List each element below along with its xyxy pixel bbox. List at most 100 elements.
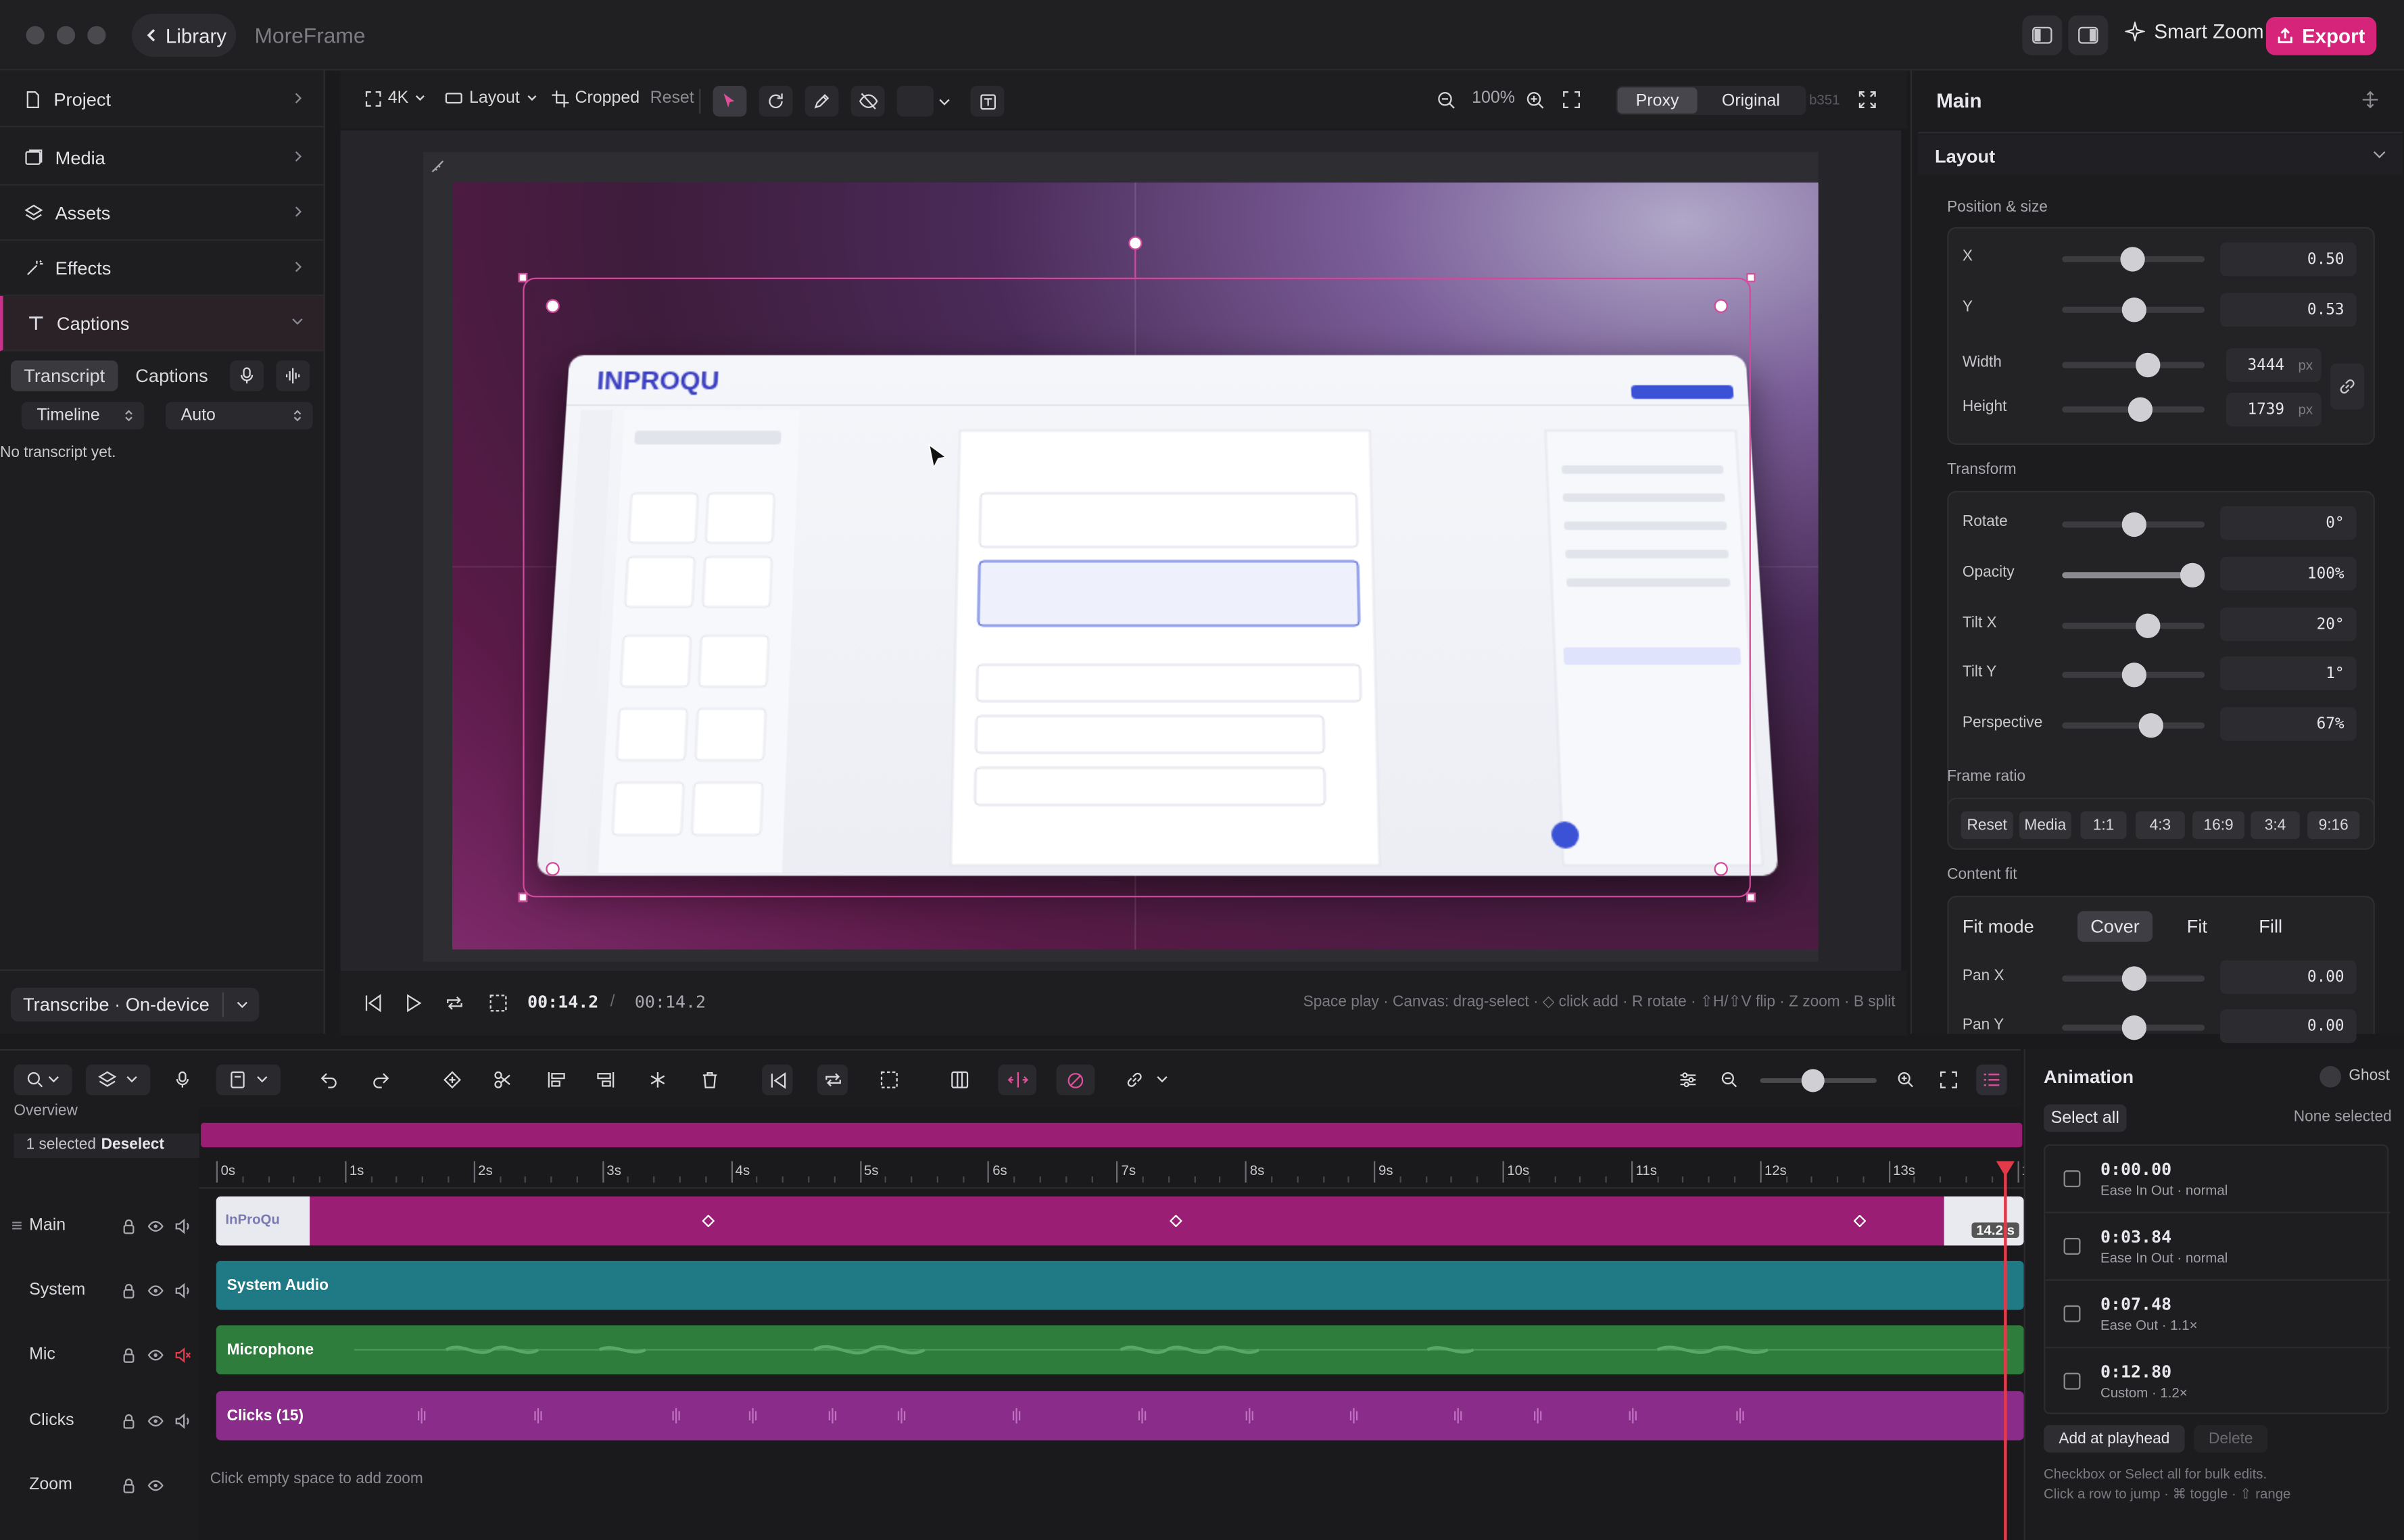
slider-knob[interactable] bbox=[2136, 353, 2160, 377]
freeze-button[interactable] bbox=[642, 1065, 673, 1095]
corner-radius-handle[interactable] bbox=[1714, 862, 1727, 875]
snap-button[interactable] bbox=[998, 1065, 1036, 1095]
resize-handle-bottom-left[interactable] bbox=[519, 893, 528, 903]
height-slider[interactable] bbox=[2062, 406, 2205, 412]
pan-x-value[interactable]: 0.00 bbox=[2220, 960, 2357, 994]
window-zoom-button[interactable] bbox=[87, 26, 105, 45]
keyframe-row[interactable]: 0:03.84 Ease In Out · normal bbox=[2045, 1213, 2390, 1281]
ratio-1-1-button[interactable]: 1:1 bbox=[2080, 811, 2126, 839]
fullscreen-icon[interactable] bbox=[1858, 91, 1877, 109]
zoom-out-icon[interactable] bbox=[1437, 91, 1456, 110]
aspect-lock-button[interactable] bbox=[2330, 364, 2364, 410]
split-button[interactable] bbox=[487, 1065, 518, 1095]
perspective-slider[interactable] bbox=[2062, 723, 2205, 729]
sidebar-item-media[interactable]: Media bbox=[0, 130, 324, 186]
pan-y-value[interactable]: 0.00 bbox=[2220, 1009, 2357, 1043]
sidebar-item-assets[interactable]: Assets bbox=[0, 186, 324, 241]
corner-radius-handle[interactable] bbox=[546, 299, 559, 312]
proxy-button[interactable]: Proxy bbox=[1618, 87, 1698, 114]
timeline-zoom-menu[interactable] bbox=[14, 1065, 72, 1095]
add-at-playhead-button[interactable]: Add at playhead bbox=[2044, 1425, 2185, 1453]
clicks-clip[interactable]: Clicks (15) bbox=[216, 1391, 2024, 1441]
sidebar-item-effects[interactable]: Effects bbox=[0, 241, 324, 296]
crop-reset-button[interactable]: Reset bbox=[650, 89, 694, 107]
slider-knob[interactable] bbox=[2128, 398, 2153, 422]
crop-button[interactable]: Cropped bbox=[552, 89, 640, 107]
speaker-muted-icon[interactable] bbox=[175, 1347, 192, 1364]
range-select-button[interactable] bbox=[874, 1065, 905, 1095]
slider-knob[interactable] bbox=[2139, 713, 2163, 738]
record-mic-button[interactable] bbox=[167, 1065, 197, 1095]
chevron-down-icon[interactable] bbox=[235, 997, 250, 1013]
waveform-button[interactable] bbox=[276, 360, 310, 391]
microphone-clip[interactable]: Microphone bbox=[216, 1325, 2024, 1374]
pen-tool-button[interactable] bbox=[805, 86, 839, 116]
columns-button[interactable] bbox=[944, 1065, 975, 1095]
bookmark-menu[interactable] bbox=[216, 1065, 281, 1095]
y-value[interactable]: 0.53 bbox=[2220, 293, 2357, 327]
ratio-media-button[interactable]: Media bbox=[2019, 811, 2071, 839]
y-slider[interactable] bbox=[2062, 307, 2205, 313]
selection-bounds[interactable] bbox=[523, 278, 1751, 898]
opacity-slider[interactable] bbox=[2062, 572, 2205, 578]
ripple-button[interactable] bbox=[1057, 1065, 1095, 1095]
corner-radius-handle[interactable] bbox=[1714, 299, 1727, 312]
eye-icon[interactable] bbox=[147, 1347, 164, 1364]
track-header-main[interactable]: Main bbox=[0, 1195, 199, 1256]
link-menu[interactable] bbox=[1115, 1065, 1179, 1095]
ratio-reset-button[interactable]: Reset bbox=[1961, 811, 2013, 839]
slider-knob[interactable] bbox=[2120, 247, 2144, 271]
tilt-x-value[interactable]: 20° bbox=[2220, 607, 2357, 641]
speaker-icon[interactable] bbox=[175, 1413, 192, 1430]
rotate-slider[interactable] bbox=[2062, 521, 2205, 527]
layers-menu[interactable] bbox=[86, 1065, 150, 1095]
track-header-zoom[interactable]: Zoom bbox=[0, 1454, 199, 1516]
lock-icon[interactable] bbox=[121, 1477, 137, 1494]
text-tool-button[interactable] bbox=[971, 86, 1005, 116]
loop-button[interactable] bbox=[817, 1065, 848, 1095]
layout-select[interactable]: Layout bbox=[445, 89, 538, 107]
timeline-zoom-slider[interactable] bbox=[1760, 1078, 1877, 1083]
export-button[interactable]: Export bbox=[2266, 17, 2376, 55]
overview-strip[interactable] bbox=[201, 1123, 2022, 1147]
width-slider[interactable] bbox=[2062, 362, 2205, 368]
toggle-animation-panel-button[interactable] bbox=[1976, 1065, 2006, 1095]
main-clip[interactable]: InProQu 14.2 s bbox=[216, 1197, 2024, 1246]
resize-handle-top-left[interactable] bbox=[519, 273, 528, 283]
x-value[interactable]: 0.50 bbox=[2220, 242, 2357, 276]
ratio-16-9-button[interactable]: 16:9 bbox=[2192, 811, 2244, 839]
layout-section-header[interactable]: Layout bbox=[1918, 135, 2403, 175]
loop-icon[interactable] bbox=[445, 994, 464, 1012]
slider-knob[interactable] bbox=[2136, 614, 2160, 638]
resize-handle-top-right[interactable] bbox=[1746, 273, 1756, 283]
fit-screen-icon[interactable] bbox=[1562, 91, 1581, 109]
lock-icon[interactable] bbox=[121, 1347, 137, 1364]
rotate-handle[interactable] bbox=[1128, 236, 1142, 249]
eye-icon[interactable] bbox=[147, 1282, 164, 1299]
align-left-button[interactable] bbox=[542, 1065, 572, 1095]
eye-icon[interactable] bbox=[147, 1413, 164, 1430]
delete-keyframe-button[interactable]: Delete bbox=[2194, 1425, 2267, 1453]
x-slider[interactable] bbox=[2062, 256, 2205, 262]
slider-knob[interactable] bbox=[2122, 663, 2146, 687]
tilt-y-slider[interactable] bbox=[2062, 672, 2205, 678]
keyframe-checkbox[interactable] bbox=[2064, 1170, 2081, 1187]
corner-radius-handle[interactable] bbox=[546, 862, 559, 875]
speaker-icon[interactable] bbox=[175, 1218, 192, 1235]
lock-icon[interactable] bbox=[121, 1218, 137, 1235]
keyframe-diamond-icon[interactable] bbox=[1170, 1215, 1182, 1227]
fit-fill-button[interactable]: Fill bbox=[2234, 911, 2307, 942]
select-tool-button[interactable] bbox=[713, 86, 747, 116]
auto-select[interactable]: Auto bbox=[166, 402, 313, 429]
rotate-value[interactable]: 0° bbox=[2220, 506, 2357, 540]
deselect-button[interactable]: Deselect bbox=[101, 1136, 164, 1153]
tab-captions[interactable]: Captions bbox=[121, 360, 222, 391]
perspective-value[interactable]: 67% bbox=[2220, 707, 2357, 741]
track-header-system[interactable]: System bbox=[0, 1259, 199, 1321]
resolution-select[interactable]: 4K bbox=[365, 89, 427, 107]
microphone-button[interactable] bbox=[230, 360, 264, 391]
hide-tool-button[interactable] bbox=[851, 86, 885, 116]
keyframe-checkbox[interactable] bbox=[2064, 1373, 2081, 1390]
transcribe-button[interactable]: Transcribe · On-device bbox=[11, 988, 259, 1021]
toggle-right-panel-button[interactable] bbox=[2068, 16, 2108, 55]
